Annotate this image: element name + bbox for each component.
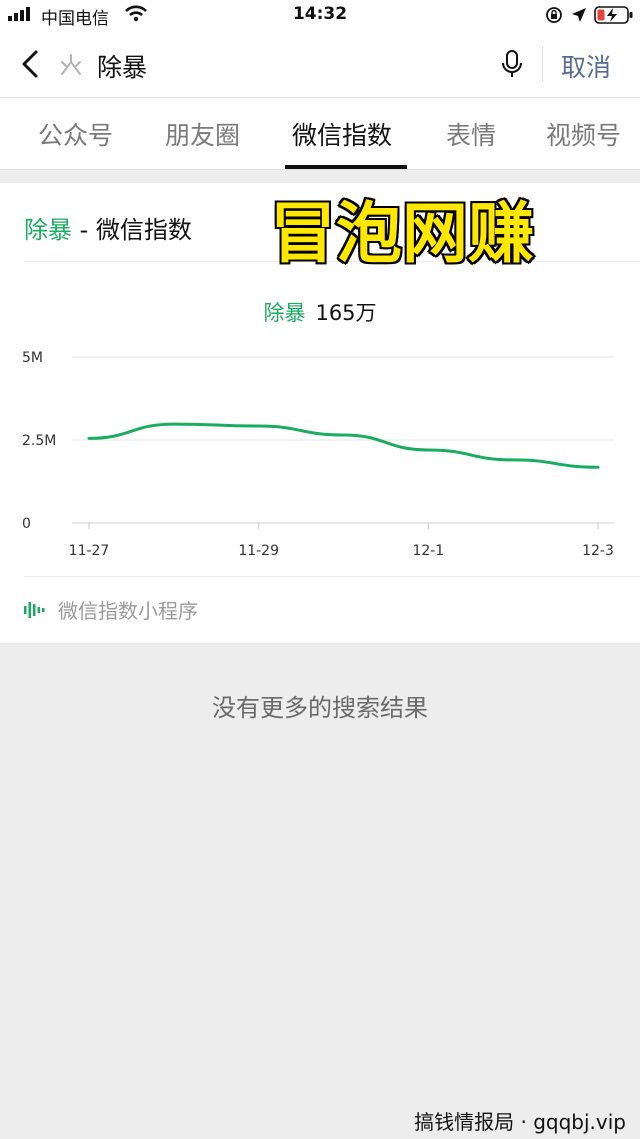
cancel-button[interactable]: 取消 <box>561 48 611 84</box>
sound-wave-icon <box>24 602 45 618</box>
y-tick-label: 5M <box>22 350 43 366</box>
card-title-keyword: 除暴 <box>24 216 72 244</box>
x-tick-label: 11-27 <box>69 543 110 559</box>
status-bar: 中国电信 14:32 <box>0 0 640 30</box>
chevron-left-icon[interactable] <box>18 49 42 79</box>
location-arrow-icon <box>572 8 586 22</box>
index-trend-chart: 5M 2.5M 0 11-27 11-29 12-1 12-3 <box>22 350 614 559</box>
microphone-icon[interactable] <box>500 49 524 79</box>
mini-program-label: 微信指数小程序 <box>58 599 198 623</box>
active-tab-indicator <box>285 165 407 169</box>
tab-official-accounts[interactable]: 公众号 <box>38 116 113 152</box>
search-category-tabs: 公众号 朋友圈 微信指数 表情 视频号 <box>0 98 640 170</box>
legend-value: 165万 <box>315 301 377 325</box>
wechat-search-icon <box>61 54 81 75</box>
card-title-suffix: - 微信指数 <box>72 216 192 244</box>
clock-time: 14:32 <box>292 4 348 24</box>
card-title: 除暴 - 微信指数 <box>24 210 192 245</box>
card-divider-bottom <box>24 576 640 577</box>
tab-channels[interactable]: 视频号 <box>546 116 621 152</box>
x-tick-label: 12-3 <box>582 543 614 559</box>
watermark: 搞钱情报局 · gqqbj.vip <box>414 1110 626 1134</box>
search-input[interactable]: 除暴 <box>97 48 147 84</box>
series-line <box>87 422 600 469</box>
header-divider <box>542 46 543 82</box>
x-tick-label: 12-1 <box>412 543 444 559</box>
tab-wechat-index[interactable]: 微信指数 <box>292 116 392 152</box>
x-tick-label: 11-29 <box>238 543 279 559</box>
overlay-caption: 冒泡网赚 <box>268 193 536 274</box>
battery-icon <box>594 6 633 24</box>
rotation-lock-icon <box>546 7 562 23</box>
chart-legend: 除暴 165万 <box>0 297 640 327</box>
tab-stickers[interactable]: 表情 <box>446 116 496 152</box>
legend-keyword: 除暴 <box>263 301 306 325</box>
y-tick-label: 0 <box>22 516 31 532</box>
y-tick-label: 2.5M <box>22 433 56 449</box>
no-more-results: 没有更多的搜索结果 <box>212 694 428 722</box>
tab-moments[interactable]: 朋友圈 <box>165 116 240 152</box>
search-header: 除暴 取消 <box>0 30 640 98</box>
